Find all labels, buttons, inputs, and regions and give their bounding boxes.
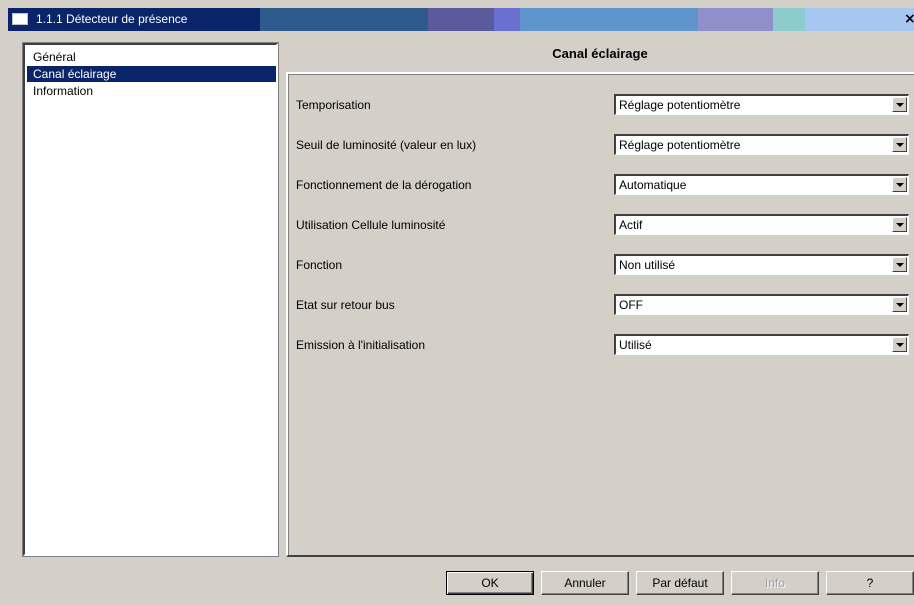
sidebar-item-canal-eclairage[interactable]: Canal éclairage: [27, 66, 276, 82]
emission-initialisation-select[interactable]: Utilisé: [614, 334, 909, 355]
param-row-cellule-luminosite: Utilisation Cellule luminosité Actif: [288, 214, 914, 238]
param-label: Fonctionnement de la dérogation: [296, 178, 472, 192]
chevron-down-icon[interactable]: [892, 217, 907, 232]
param-label: Seuil de luminosité (valeur en lux): [296, 138, 477, 152]
window-title: 1.1.1 Détecteur de présence: [36, 12, 188, 26]
param-label: Fonction: [296, 258, 343, 272]
param-row-retour-bus: Etat sur retour bus OFF: [288, 294, 914, 318]
param-label: Temporisation: [296, 98, 371, 112]
param-row-fonction: Fonction Non utilisé: [288, 254, 914, 278]
title-bar[interactable]: 1.1.1 Détecteur de présence ×: [8, 8, 914, 31]
param-label: Utilisation Cellule luminosité: [296, 218, 446, 232]
select-value: Réglage potentiomètre: [619, 98, 741, 112]
select-value: Réglage potentiomètre: [619, 138, 741, 152]
window-icon: [12, 13, 28, 25]
cancel-button[interactable]: Annuler: [541, 571, 629, 595]
default-button[interactable]: Par défaut: [636, 571, 724, 595]
param-row-seuil-luminosite: Seuil de luminosité (valeur en lux) Régl…: [288, 134, 914, 158]
param-row-derogation: Fonctionnement de la dérogation Automati…: [288, 174, 914, 198]
temporisation-select[interactable]: Réglage potentiomètre: [614, 94, 909, 115]
close-icon[interactable]: ×: [904, 11, 914, 27]
parameter-tree[interactable]: Général Canal éclairage Information: [23, 43, 278, 556]
sidebar-item-general[interactable]: Général: [27, 49, 276, 65]
param-row-emission-initialisation: Emission à l'initialisation Utilisé: [288, 334, 914, 358]
chevron-down-icon[interactable]: [892, 337, 907, 352]
info-button[interactable]: Info: [731, 571, 819, 595]
seuil-luminosite-select[interactable]: Réglage potentiomètre: [614, 134, 909, 155]
select-value: Actif: [619, 218, 643, 232]
param-row-temporisation: Temporisation Réglage potentiomètre: [288, 94, 914, 118]
chevron-down-icon[interactable]: [892, 177, 907, 192]
retour-bus-select[interactable]: OFF: [614, 294, 909, 315]
select-value: Non utilisé: [619, 258, 676, 272]
dialog-window: 1.1.1 Détecteur de présence × Général Ca…: [0, 0, 914, 605]
panel-title: Canal éclairage: [552, 46, 648, 61]
cellule-luminosite-select[interactable]: Actif: [614, 214, 909, 235]
chevron-down-icon[interactable]: [892, 97, 907, 112]
derogation-select[interactable]: Automatique: [614, 174, 909, 195]
fonction-select[interactable]: Non utilisé: [614, 254, 909, 275]
chevron-down-icon[interactable]: [892, 137, 907, 152]
select-value: Automatique: [619, 178, 687, 192]
select-value: OFF: [619, 298, 643, 312]
sidebar-item-information[interactable]: Information: [27, 83, 276, 99]
param-label: Emission à l'initialisation: [296, 338, 426, 352]
param-label: Etat sur retour bus: [296, 298, 395, 312]
chevron-down-icon[interactable]: [892, 297, 907, 312]
chevron-down-icon[interactable]: [892, 257, 907, 272]
select-value: Utilisé: [619, 338, 652, 352]
parameter-panel: Temporisation Réglage potentiomètre Seui…: [286, 72, 914, 557]
ok-button[interactable]: OK: [446, 571, 534, 595]
help-button[interactable]: ?: [826, 571, 914, 595]
